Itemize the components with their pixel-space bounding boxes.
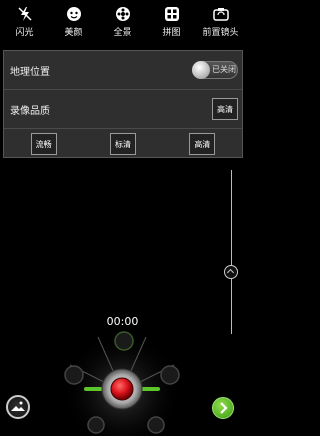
quality-label: 录像品质 [10,105,50,117]
quality-options: 流畅 标清 高清 [4,129,242,159]
collage-label: 拼图 [162,28,181,38]
chevron-right-icon [220,402,228,414]
flash-label: 闪光 [15,28,34,38]
location-toggle[interactable]: 已关闭 [192,61,238,79]
flash-off-icon [17,6,33,22]
camera-mode-icon[interactable] [114,331,134,351]
timer-mode-icon[interactable] [147,416,165,434]
beauty-icon [66,6,82,22]
quality-row: 录像品质 高清 [4,90,242,129]
panorama-mode[interactable]: 全景 [99,6,147,38]
settings-mode-icon[interactable] [160,365,180,385]
location-row: 地理位置 已关闭 [4,51,242,90]
flash-toggle[interactable]: 闪光 [1,6,49,38]
video-settings-panel: 地理位置 已关闭 录像品质 高清 流畅 标清 高清 [3,50,243,158]
collage-icon [164,6,180,22]
quality-option-hd[interactable]: 高清 [189,133,216,155]
quality-option-standard[interactable]: 标清 [109,133,136,155]
mode-dial [62,331,182,436]
filter-mode-icon[interactable] [87,416,105,434]
panorama-label: 全景 [113,28,132,38]
quality-option-smooth[interactable]: 流畅 [30,133,57,155]
next-button[interactable] [212,397,234,419]
zoom-slider-handle[interactable] [224,265,238,279]
toggle-knob [192,61,210,79]
gallery-button[interactable] [6,395,30,419]
effect-mode-icon[interactable] [64,365,84,385]
location-toggle-text: 已关闭 [212,65,236,74]
switch-camera-icon [212,6,229,22]
front-camera-label: 前置镜头 [202,28,239,38]
collage-mode[interactable]: 拼图 [148,6,196,38]
record-button[interactable] [110,377,134,401]
beauty-toggle[interactable]: 美颜 [50,6,98,38]
panorama-icon [115,6,131,22]
gallery-icon [11,401,25,411]
quality-current-button[interactable]: 高清 [212,98,238,120]
location-label: 地理位置 [10,66,50,78]
top-toolbar: 闪光 美颜 全景 拼图 前置镜头 [0,0,245,44]
front-camera-toggle[interactable]: 前置镜头 [197,6,245,38]
zoom-track-upper [231,170,232,267]
beauty-label: 美颜 [64,28,83,38]
